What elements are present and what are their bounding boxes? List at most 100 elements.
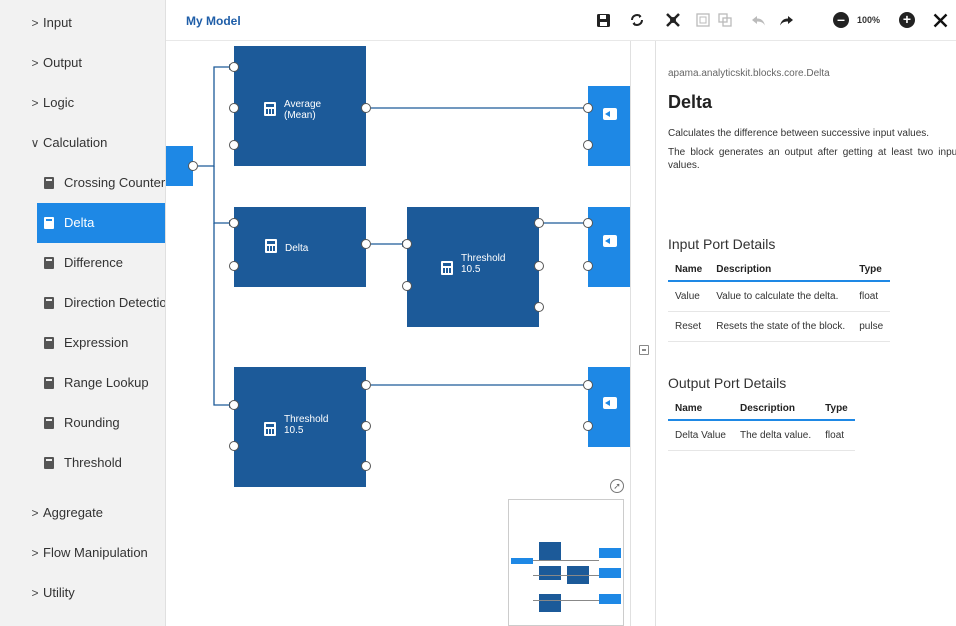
output-port[interactable]	[361, 461, 371, 471]
average-block[interactable]: Average (Mean)	[234, 46, 366, 166]
zoom-out-icon[interactable]: –	[833, 12, 849, 28]
threshold-block[interactable]: Threshold 10.5	[407, 207, 539, 327]
minimap-block	[599, 568, 621, 578]
zoom-level: 100%	[857, 15, 881, 25]
calculator-icon	[265, 239, 277, 253]
output-port[interactable]	[188, 161, 198, 171]
port-name: Delta Value	[668, 420, 733, 451]
input-port[interactable]	[583, 140, 593, 150]
minimap-block	[539, 594, 561, 612]
sidebar-item-label: Expression	[64, 335, 129, 350]
close-icon[interactable]	[931, 9, 949, 31]
output-block[interactable]	[588, 207, 630, 287]
sidebar-category-label: Flow Manipulation	[43, 545, 148, 560]
output-port-section-title: Output Port Details	[668, 375, 787, 391]
minimap-block	[539, 542, 561, 560]
output-port[interactable]	[534, 261, 544, 271]
undo-icon[interactable]	[751, 9, 767, 31]
sidebar-item-direction-detection[interactable]: Direction Detection	[0, 283, 165, 323]
input-port[interactable]	[229, 218, 239, 228]
save-icon[interactable]	[594, 9, 612, 31]
sidebar-item-crossing-counter[interactable]: Crossing Counter	[0, 163, 165, 203]
sidebar-category-label: Logic	[43, 95, 75, 110]
sidebar-category-utility[interactable]: > Utility	[0, 573, 165, 613]
minimap-wire	[533, 575, 599, 576]
output-block[interactable]	[588, 367, 630, 447]
input-port[interactable]	[229, 441, 239, 451]
output-port[interactable]	[534, 218, 544, 228]
block-subtitle: 10.5	[461, 264, 481, 275]
output-port[interactable]	[361, 380, 371, 390]
panel-divider	[630, 41, 656, 626]
chevron-right-icon: >	[31, 506, 39, 520]
input-port[interactable]	[402, 239, 412, 249]
average-icon	[264, 102, 276, 116]
sidebar-category-label: Output	[43, 55, 83, 70]
sidebar-category-calculation[interactable]: ∨ Calculation	[0, 123, 165, 163]
input-port[interactable]	[583, 261, 593, 271]
calculator-icon	[44, 217, 54, 229]
sidebar-category-flow-manipulation[interactable]: > Flow Manipulation	[0, 533, 165, 573]
chevron-down-icon: ∨	[30, 136, 40, 150]
model-canvas[interactable]: Average (Mean) Delta Threshold 10.5 Thre…	[166, 41, 630, 626]
zoom-in-icon[interactable]: +	[899, 12, 915, 28]
select-icon[interactable]	[695, 9, 711, 31]
minimap[interactable]	[508, 499, 624, 626]
model-name[interactable]: My Model	[186, 14, 241, 28]
collapse-panel-icon[interactable]	[639, 345, 649, 355]
table-row: Delta Value The delta value. float	[668, 420, 855, 451]
port-type: pulse	[852, 311, 891, 342]
sidebar-item-threshold[interactable]: Threshold	[0, 443, 165, 483]
input-port[interactable]	[583, 421, 593, 431]
chevron-right-icon: >	[31, 16, 39, 30]
input-port[interactable]	[583, 218, 593, 228]
sidebar-category-aggregate[interactable]: > Aggregate	[0, 493, 165, 533]
compass-icon[interactable]: ➚	[610, 479, 624, 493]
block-title: Threshold	[284, 414, 329, 425]
output-block[interactable]	[588, 86, 630, 166]
input-port[interactable]	[402, 281, 412, 291]
port-type: float	[818, 420, 855, 451]
output-port[interactable]	[361, 421, 371, 431]
table-row: Value Value to calculate the delta. floa…	[668, 281, 891, 312]
input-port[interactable]	[583, 380, 593, 390]
threshold-block[interactable]: Threshold 10.5	[234, 367, 366, 487]
output-port[interactable]	[534, 302, 544, 312]
input-port[interactable]	[229, 62, 239, 72]
sidebar-category-logic[interactable]: > Logic	[0, 83, 165, 123]
minimap-block	[599, 594, 621, 604]
input-port[interactable]	[583, 103, 593, 113]
sidebar-item-label: Delta	[64, 215, 95, 230]
description-paragraph: The block generates an output after gett…	[668, 147, 956, 171]
input-port[interactable]	[229, 400, 239, 410]
block-title: Delta	[668, 92, 713, 112]
output-icon	[603, 108, 617, 120]
select-all-icon[interactable]	[717, 9, 733, 31]
calculator-icon	[44, 377, 54, 389]
delta-block[interactable]: Delta	[234, 207, 366, 287]
refresh-icon[interactable]	[628, 9, 646, 31]
calculator-icon	[264, 422, 276, 436]
block-palette-sidebar: > Input > Output > Logic ∨ Calculation C…	[0, 0, 166, 626]
sidebar-category-output[interactable]: > Output	[0, 43, 165, 83]
sidebar-category-input[interactable]: > Input	[0, 3, 165, 43]
minimap-wire	[533, 560, 599, 561]
sidebar-item-difference[interactable]: Difference	[0, 243, 165, 283]
column-header: Type	[852, 259, 891, 282]
input-port[interactable]	[229, 261, 239, 271]
output-port[interactable]	[361, 103, 371, 113]
wire-input-to-threshold	[213, 223, 229, 406]
block-title: Delta	[285, 243, 309, 254]
redo-icon[interactable]	[778, 9, 794, 31]
output-port[interactable]	[361, 239, 371, 249]
sidebar-item-range-lookup[interactable]: Range Lookup	[0, 363, 165, 403]
input-port[interactable]	[229, 103, 239, 113]
wire-input-to-average	[198, 66, 229, 167]
sidebar-item-expression[interactable]: Expression	[0, 323, 165, 363]
sidebar-item-rounding[interactable]: Rounding	[0, 403, 165, 443]
input-port[interactable]	[229, 140, 239, 150]
delete-icon[interactable]	[664, 9, 682, 31]
sidebar-item-delta[interactable]: Delta	[37, 203, 165, 243]
calculator-icon	[44, 417, 54, 429]
calculator-icon	[44, 457, 54, 469]
